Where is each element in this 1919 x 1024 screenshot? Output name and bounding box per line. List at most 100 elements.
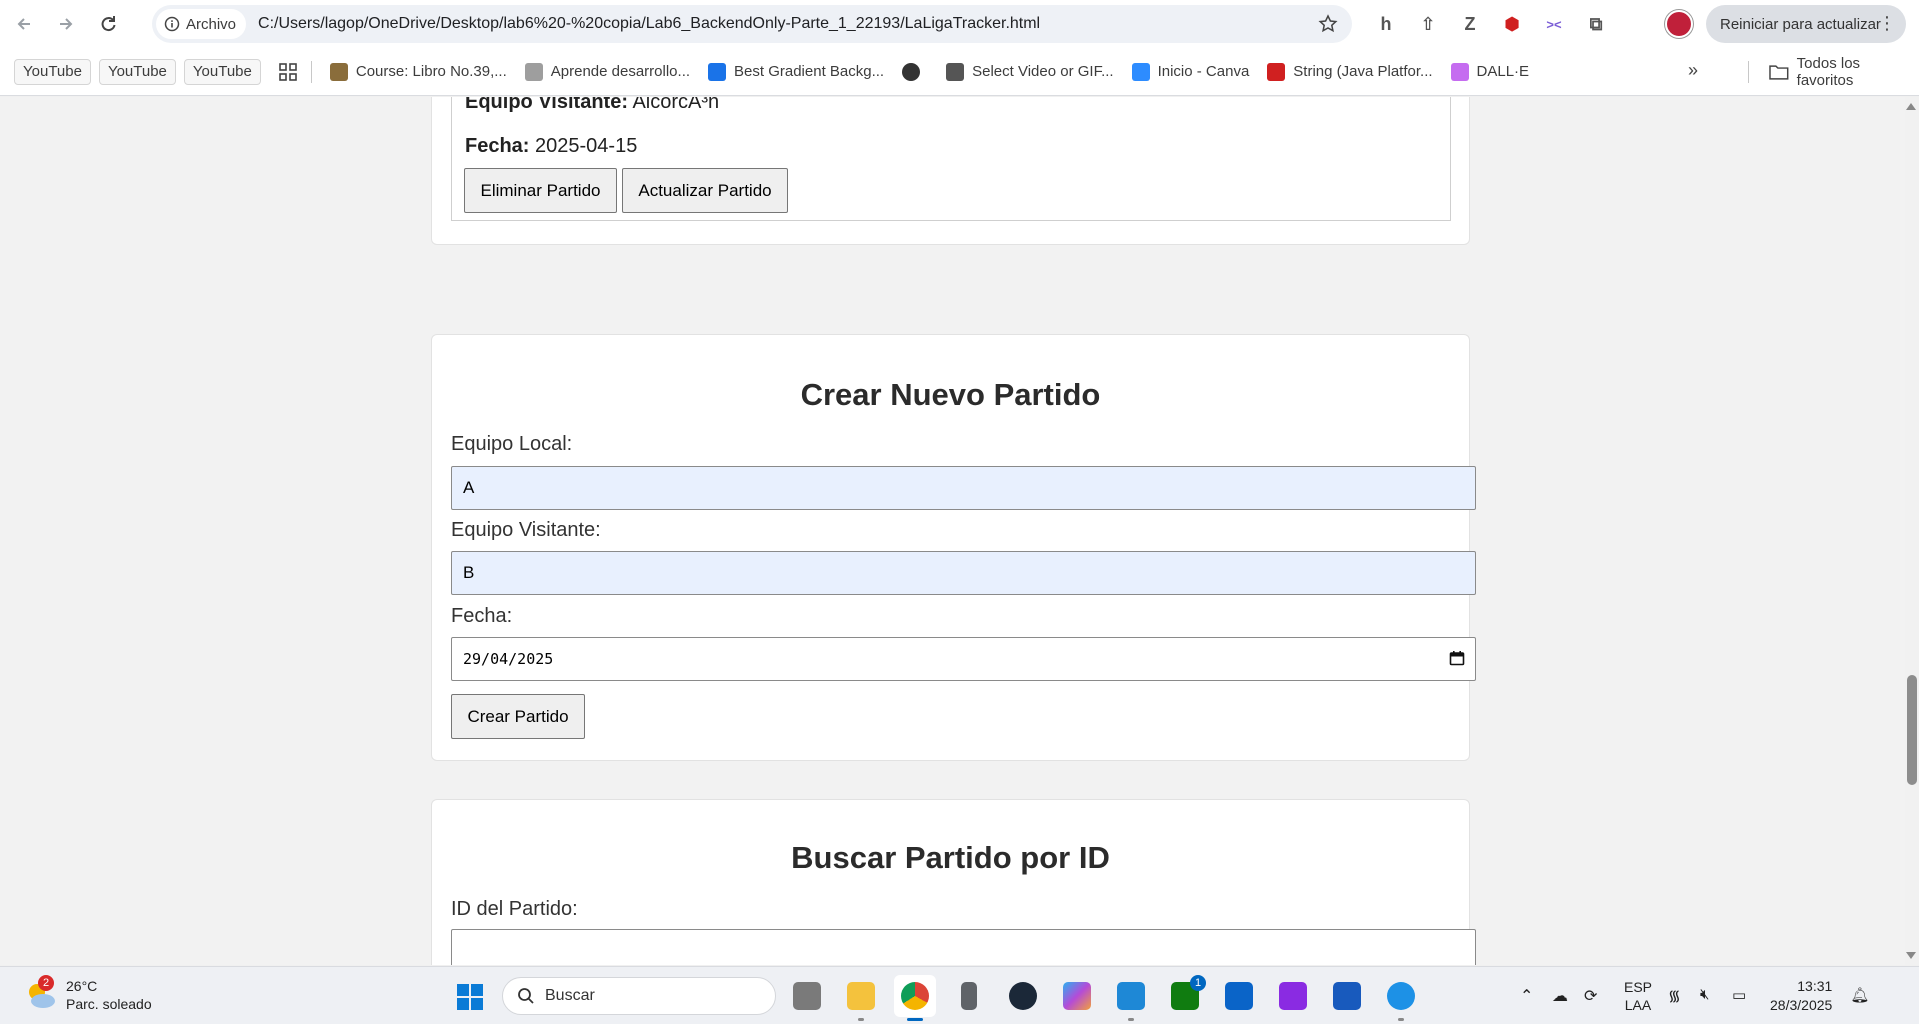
weather-condition: Parc. soleado [66, 996, 152, 1012]
arrow-right-icon [60, 18, 73, 30]
word-app[interactable] [1326, 975, 1368, 1017]
keyboard-layout: LAA [1624, 997, 1652, 1013]
match-id-label: ID del Partido: [451, 898, 578, 920]
folder-icon [847, 982, 875, 1010]
info-icon [164, 16, 180, 32]
profile-avatar[interactable] [1665, 10, 1693, 38]
bookmark-item[interactable]: Best Gradient Backg... [708, 62, 884, 81]
chevron-up-icon[interactable]: ⌃ [1520, 986, 1540, 1006]
docker-app[interactable] [1380, 975, 1422, 1021]
search-match-title: Buscar Partido por ID [791, 840, 1110, 875]
sync-icon[interactable]: ⟳ [1584, 986, 1604, 1006]
match-date-label: Fecha: [465, 135, 530, 157]
page-scrollbar[interactable] [1905, 97, 1919, 965]
volume-muted-icon[interactable]: 🔇︎ [1700, 986, 1720, 1006]
search-icon [518, 988, 534, 1004]
taskbar-apps: 1 [786, 975, 1434, 1021]
steam-app[interactable] [1002, 975, 1044, 1017]
clock-date: 28/3/2025 [1770, 997, 1833, 1013]
extension-z-icon[interactable]: Z [1454, 8, 1486, 40]
file-explorer-app[interactable] [840, 975, 882, 1021]
match-details-box: Equipo Visitante: AlcorcÃ³n Fecha: 2025-… [451, 97, 1451, 221]
match-card: Equipo Visitante: AlcorcÃ³n Fecha: 2025-… [431, 97, 1470, 245]
weather-widget[interactable]: 2 26°C Parc. soleado [24, 975, 152, 1013]
bookmark-youtube-1[interactable]: YouTube [14, 58, 91, 85]
scroll-down-arrow-icon[interactable] [1906, 952, 1916, 959]
delete-match-button[interactable]: Eliminar Partido [464, 168, 617, 213]
site-info-chip[interactable]: Archivo [156, 9, 247, 39]
battery-icon[interactable]: ▭ [1732, 986, 1752, 1006]
bookmark-item[interactable]: String (Java Platfor... [1267, 62, 1433, 81]
forward-button[interactable] [48, 6, 84, 42]
xbox-app[interactable]: 1 [1164, 975, 1206, 1017]
visitor-team-input[interactable]: B [451, 551, 1476, 595]
search-match-card: Buscar Partido por ID ID del Partido: [431, 799, 1476, 965]
outlook-icon [1225, 982, 1253, 1010]
phone-icon [961, 982, 977, 1010]
clock[interactable]: 13:31 28/3/2025 [1770, 977, 1832, 1015]
m365-app[interactable] [1056, 975, 1098, 1017]
all-favorites-folder[interactable]: Todos los favoritos [1748, 48, 1919, 96]
bookmark-list: Course: Libro No.39,... Aprende desarroll… [312, 62, 1529, 81]
temperature: 26°C [66, 978, 98, 994]
bookmark-item[interactable]: Course: Libro No.39,... [329, 62, 507, 81]
browser-toolbar: Archivo C:/Users/lagop/OneDrive/Desktop/… [0, 0, 1919, 48]
bookmark-favicon-icon [946, 62, 965, 81]
home-team-input[interactable]: A [451, 466, 1476, 510]
notification-bell-icon[interactable]: 🔔︎ [1850, 986, 1870, 1006]
restart-update-button[interactable]: Reiniciar para actualizar ⋮ [1706, 5, 1906, 43]
extensions-puzzle-icon[interactable]: ⧉ [1580, 8, 1612, 40]
docker-icon [1387, 982, 1415, 1010]
camera-icon [1279, 982, 1307, 1010]
bookmark-label: Aprende desarrollo... [550, 63, 691, 80]
running-indicator [1128, 1018, 1134, 1021]
bookmark-item[interactable]: DALL·E [1450, 62, 1529, 81]
more-bookmarks-chevron-icon[interactable]: » [1688, 60, 1698, 81]
vscode-app[interactable] [1110, 975, 1152, 1021]
security-chip-label: Archivo [186, 15, 237, 33]
app-badge: 1 [1190, 975, 1206, 991]
outlook-app[interactable] [1218, 975, 1260, 1017]
steam-icon [1009, 982, 1037, 1010]
bookmark-favicon-icon [1267, 62, 1286, 81]
bookmark-star-icon[interactable] [1318, 14, 1338, 34]
device-app[interactable] [948, 975, 990, 1017]
extension-h-icon[interactable]: h [1370, 8, 1402, 40]
bookmark-youtube-3[interactable]: YouTube [183, 58, 261, 85]
extension-code-icon[interactable]: >< [1538, 8, 1570, 40]
match-id-input[interactable] [451, 929, 1476, 965]
extension-shield-icon[interactable]: ⬢ [1496, 8, 1528, 40]
url-text[interactable]: C:/Users/lagop/OneDrive/Desktop/lab6%20-… [258, 15, 1040, 33]
calendar-icon[interactable] [1449, 650, 1465, 666]
onedrive-cloud-icon[interactable]: ☁ [1552, 986, 1572, 1006]
date-input-value: 29/04/2025 [463, 650, 554, 668]
match-date-line: Fecha: 2025-04-15 [465, 135, 637, 158]
scroll-thumb[interactable] [1907, 675, 1917, 785]
address-bar[interactable]: Archivo C:/Users/lagop/OneDrive/Desktop/… [152, 5, 1352, 43]
bookmark-youtube-2[interactable]: YouTube [98, 58, 176, 85]
back-button[interactable] [6, 6, 42, 42]
camera-app[interactable] [1272, 975, 1314, 1017]
bookmark-item[interactable]: Inicio - Canva [1131, 62, 1249, 81]
task-view-icon [793, 982, 821, 1010]
bookmark-item[interactable]: Select Video or GIF... [946, 62, 1114, 81]
language-indicator[interactable]: ESP LAA [1624, 978, 1652, 1014]
bookmark-item[interactable] [902, 62, 928, 81]
menu-kebab-icon[interactable]: ⋮ [1878, 13, 1896, 34]
windows-start-icon[interactable] [456, 983, 484, 1011]
bookmark-favicon-icon [1131, 62, 1150, 81]
taskbar-search[interactable]: Buscar [502, 977, 776, 1015]
bookmark-item[interactable]: Aprende desarrollo... [524, 62, 691, 81]
chrome-app[interactable] [894, 975, 936, 1021]
reload-button[interactable] [90, 6, 126, 42]
task-view-app[interactable] [786, 975, 828, 1017]
apps-grid-icon[interactable] [279, 62, 297, 81]
update-match-button[interactable]: Actualizar Partido [622, 168, 788, 213]
wifi-icon[interactable]: ᯾ [1668, 986, 1688, 1006]
scroll-up-arrow-icon[interactable] [1906, 103, 1916, 110]
create-match-button[interactable]: Crear Partido [451, 694, 585, 739]
date-input[interactable]: 29/04/2025 [451, 637, 1476, 681]
bookmarks-divider-2 [1748, 61, 1749, 83]
m365-icon [1063, 982, 1091, 1010]
extension-upload-icon[interactable]: ⇧ [1412, 8, 1444, 40]
